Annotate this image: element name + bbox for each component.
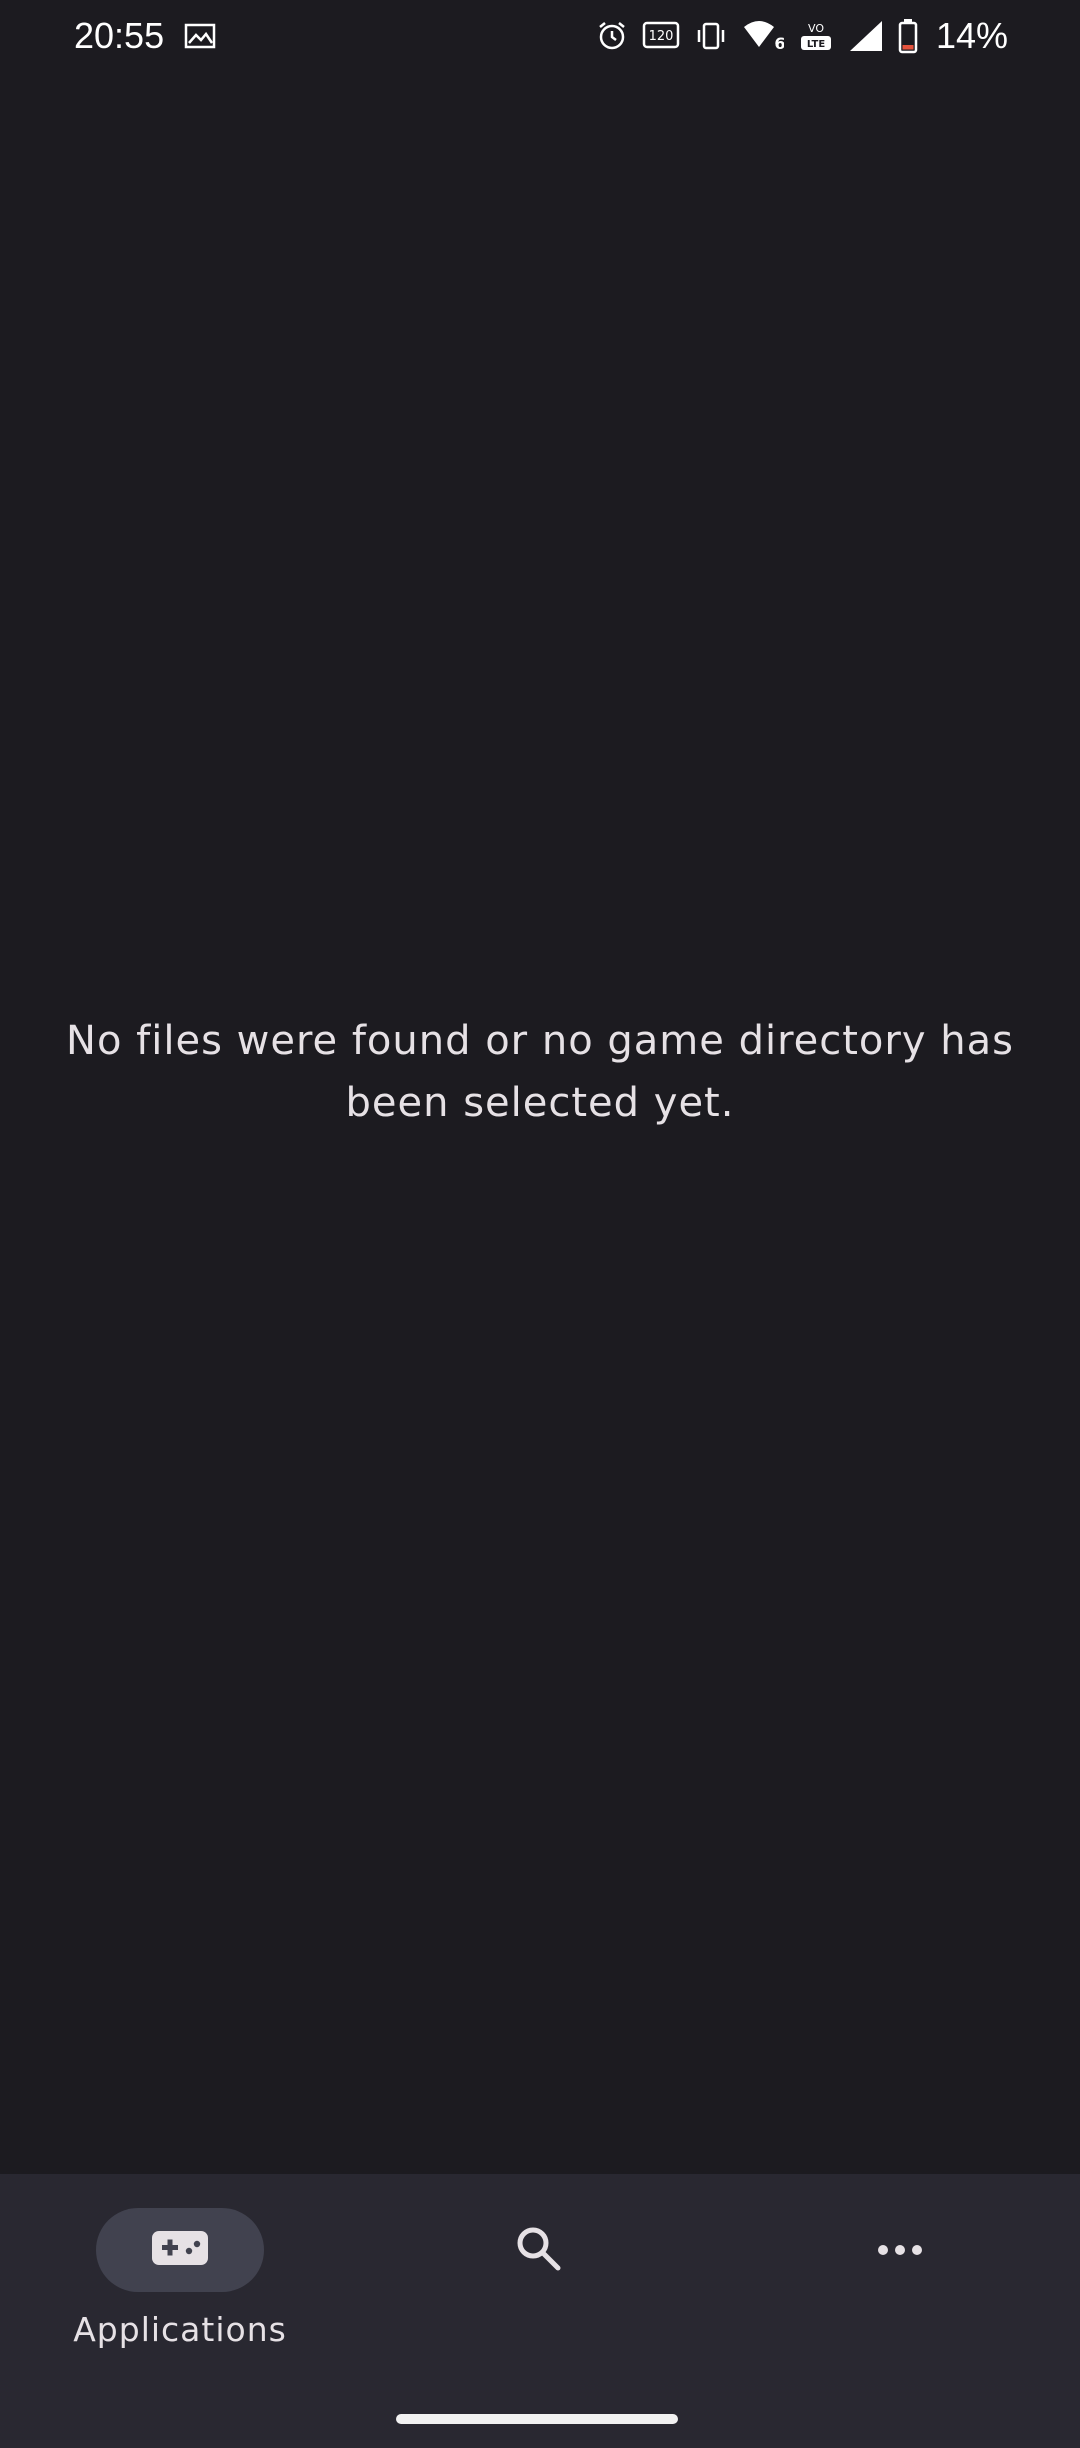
status-bar: 20:55 120 6 VO LTE 14% bbox=[0, 0, 1080, 72]
svg-text:6: 6 bbox=[774, 34, 784, 53]
refresh-rate-120hz-icon: 120 bbox=[642, 20, 680, 52]
volte-lte-icon: VO LTE bbox=[798, 19, 834, 53]
gesture-handle[interactable] bbox=[396, 2414, 678, 2424]
svg-text:VO: VO bbox=[808, 22, 824, 35]
signal-icon bbox=[848, 19, 884, 53]
image-icon bbox=[184, 23, 216, 49]
status-bar-right: 120 6 VO LTE 14% bbox=[596, 15, 1008, 57]
more-horizontal-icon bbox=[877, 2241, 923, 2260]
search-icon bbox=[513, 2223, 563, 2277]
svg-text:120: 120 bbox=[649, 29, 674, 44]
nav-active-indicator bbox=[96, 2208, 264, 2292]
svg-text:LTE: LTE bbox=[807, 39, 826, 50]
nav-item-applications[interactable]: Applications bbox=[73, 2208, 286, 2349]
vibrate-icon bbox=[694, 20, 728, 52]
nav-item-more[interactable] bbox=[800, 2208, 1000, 2292]
bottom-navigation: Applications bbox=[0, 2174, 1080, 2448]
nav-icon-container-more bbox=[816, 2208, 984, 2292]
battery-icon bbox=[898, 18, 918, 54]
status-time: 20:55 bbox=[74, 15, 165, 56]
status-bar-left: 20:55 bbox=[74, 15, 216, 57]
nav-label-applications: Applications bbox=[73, 2310, 287, 2349]
alarm-icon bbox=[596, 20, 628, 52]
nav-icon-container-search bbox=[454, 2208, 622, 2292]
wifi-6-icon: 6 bbox=[742, 19, 784, 53]
empty-state-message: No files were found or no game directory… bbox=[66, 1018, 1014, 1126]
nav-item-search[interactable] bbox=[438, 2208, 638, 2292]
gamepad-icon bbox=[151, 2230, 209, 2270]
battery-percent: 14% bbox=[935, 15, 1008, 56]
